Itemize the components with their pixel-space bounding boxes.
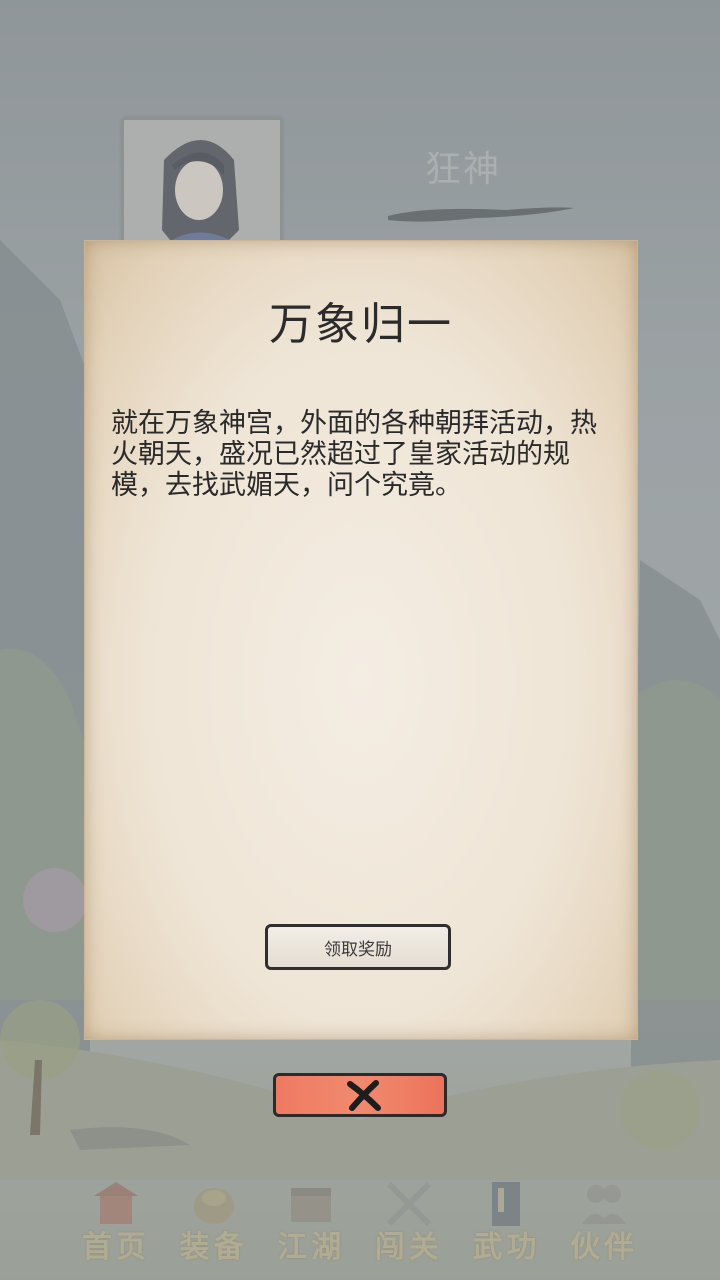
close-button[interactable] xyxy=(273,1073,447,1117)
close-icon xyxy=(347,1080,381,1111)
quest-dialog: 万象归一 就在万象神宫，外面的各种朝拜活动，热火朝天，盛况已然超过了皇家活动的规… xyxy=(84,240,638,1040)
claim-reward-button[interactable]: 领取奖励 xyxy=(265,924,451,970)
dialog-title: 万象归一 xyxy=(269,299,453,350)
dialog-body: 就在万象神宫，外面的各种朝拜活动，热火朝天，盛况已然超过了皇家活动的规模，去找武… xyxy=(111,408,597,501)
